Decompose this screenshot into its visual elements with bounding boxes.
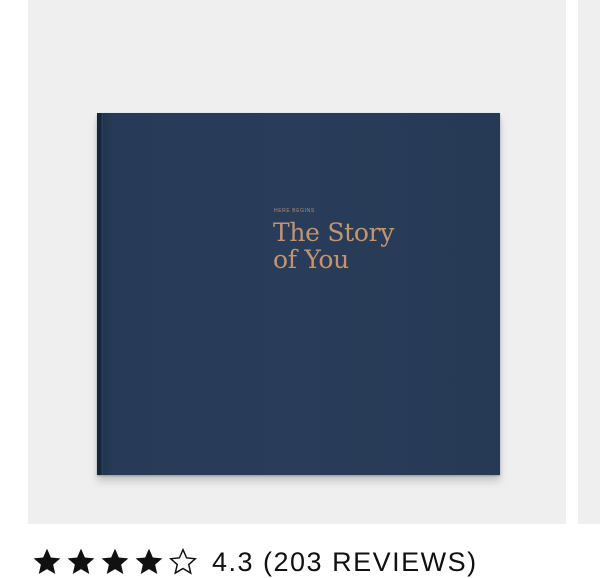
book-cover: HERE BEGINS The Story of You: [97, 113, 500, 475]
star-filled-icon: [67, 548, 95, 574]
product-rating[interactable]: 4.3 (203 REVIEWS): [30, 546, 478, 578]
star-filled-icon: [101, 548, 129, 574]
book-spine: [97, 113, 101, 475]
book-kicker-text: HERE BEGINS: [274, 208, 315, 214]
star-outline-icon: [168, 547, 198, 575]
star-filled-icon: [135, 548, 163, 574]
rating-stars: [30, 546, 200, 578]
book-title: The Story of You: [273, 219, 394, 273]
book-title-line-1: The Story: [273, 218, 395, 247]
book-title-line-2: of You: [273, 245, 349, 274]
star-filled-icon: [33, 548, 61, 574]
product-image[interactable]: HERE BEGINS The Story of You: [28, 0, 566, 524]
next-product-image[interactable]: [578, 0, 600, 524]
book-spine-highlight: [102, 113, 103, 475]
rating-reviews-text[interactable]: 4.3 (203 REVIEWS): [212, 547, 478, 578]
